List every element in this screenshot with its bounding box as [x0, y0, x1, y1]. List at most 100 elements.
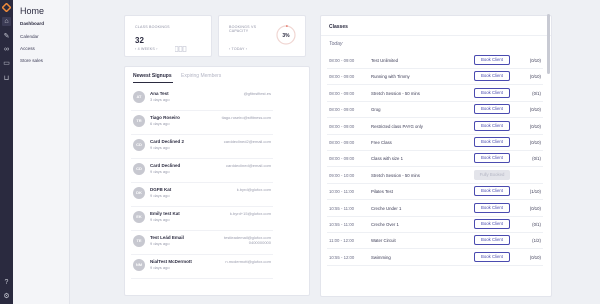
book-client-button[interactable]: Book Client	[474, 202, 510, 213]
signup-row[interactable]: CD Card Declined 29 days ago carddeclined2…	[131, 135, 273, 159]
class-bookings-range[interactable]: ‹ 4 weeks ›	[135, 47, 158, 51]
tab-newest-signups[interactable]: Newest Signups	[133, 73, 172, 79]
book-client-button[interactable]: Book Client	[474, 87, 510, 98]
class-capacity: (0/10)	[529, 107, 541, 113]
signup-name[interactable]: Ana Test	[150, 91, 169, 96]
class-capacity: (0/10)	[529, 74, 541, 80]
signup-date: 9 days ago	[150, 217, 170, 222]
help-icon[interactable]: ?	[2, 278, 11, 287]
class-time: 11:00 - 12:00	[329, 238, 355, 244]
signup-date: 3 days ago	[150, 97, 170, 102]
menu-item-store-sales[interactable]: Store sales	[20, 58, 43, 63]
class-bookings-value: 32	[135, 36, 144, 45]
scrollbar[interactable]	[547, 14, 550, 74]
book-client-button[interactable]: Book Client	[474, 235, 510, 246]
class-capacity: (0/10)	[529, 140, 541, 145]
signup-row[interactable]: TR Tiago Roseiro 6 days ago tiago.roseiro@s…	[131, 111, 273, 135]
menu-item-dashboard[interactable]: Dashboard	[20, 21, 44, 26]
signup-row[interactable]: AT Ana Test 3 days ago @gfitnsfitest.es	[131, 87, 273, 111]
signup-date: 6 days ago	[150, 121, 170, 126]
signup-row[interactable]: DK DGFB Kat 9 days ago k.byrd@glofox.com	[131, 183, 273, 207]
class-time: 08:00 - 09:00	[329, 123, 355, 129]
class-row: 10:00 - 11:00 Pilates Test Book Client (1/1…	[327, 184, 543, 201]
cart-icon[interactable]: ⊔	[2, 74, 11, 83]
class-name: Pilates Test	[371, 189, 393, 195]
signup-phone: 0400000000	[248, 240, 271, 245]
gear-icon[interactable]: ⚙	[2, 292, 11, 301]
book-client-button[interactable]: Book Client	[474, 251, 510, 262]
people-icon[interactable]: ∞	[2, 45, 11, 54]
capacity-ring: 3%	[276, 25, 296, 45]
book-client-button[interactable]: Book Client	[474, 219, 510, 229]
class-row: 09:00 - 10:00 Stretch Session - 50 mins Fu…	[327, 168, 543, 184]
class-row: 08:00 - 09:00 Grog Book Client (0/10)	[327, 102, 543, 119]
capacity-value: 3%	[282, 33, 290, 39]
side-menu: Home Dashboard Calendar Access Store sal…	[13, 0, 70, 304]
chevron-right-icon[interactable]: ›	[246, 47, 247, 51]
book-client-button[interactable]: Book Client	[474, 120, 510, 131]
home-icon[interactable]: ⌂	[2, 17, 11, 26]
signup-row[interactable]: CD Card Declined 9 days ago carddeclined@em…	[131, 159, 273, 183]
capacity-label: Bookings vs capacity	[229, 25, 257, 34]
class-name: Class with size 1	[371, 156, 403, 162]
chevron-left-icon[interactable]: ‹	[229, 47, 230, 51]
signup-name[interactable]: DGFB Kat	[150, 187, 171, 192]
chevron-left-icon[interactable]: ‹	[135, 47, 136, 51]
class-name: Restricted class PAYG only	[371, 123, 423, 129]
class-capacity: (0/10)	[529, 254, 541, 260]
avatar: EK	[133, 211, 145, 223]
class-time: 10:55 - 11:00	[329, 205, 355, 211]
class-time: 08:00 - 09:00	[329, 107, 355, 113]
class-time: 10:00 - 11:00	[329, 189, 355, 195]
signup-email: carddeclined@email.com	[226, 163, 271, 168]
signup-row[interactable]: EK Emily test Kat 9 days ago k.byrd+15@glof…	[131, 207, 273, 231]
class-name: Free Class	[371, 140, 392, 145]
book-client-button[interactable]: Book Client	[474, 153, 510, 164]
class-name: Creche Under 1	[371, 205, 402, 211]
class-row: 11:00 - 12:00 Water Circuit Book Client (1/…	[327, 233, 543, 250]
menu-item-access[interactable]: Access	[20, 46, 35, 51]
book-client-button[interactable]: Book Client	[474, 137, 510, 147]
class-name: Stretch Session - 50 mins	[371, 172, 420, 178]
chevron-right-icon[interactable]: ›	[156, 47, 157, 51]
signup-name[interactable]: Test Leád Email	[150, 235, 184, 240]
book-client-button[interactable]: Book Client	[474, 186, 510, 197]
signup-name[interactable]: Tiago Roseiro	[150, 115, 180, 120]
signup-name[interactable]: NialTest McDermott	[150, 259, 192, 264]
signup-email: carddeclined2@email.com	[223, 139, 271, 144]
signup-row[interactable]: TE Test Leád Email 9 days ago testleademail…	[131, 231, 273, 255]
class-name: Test Unlimited	[371, 58, 398, 63]
icon-rail: ⌂ ✎ ∞ ▭ ⊔ ? ⚙	[0, 0, 13, 304]
class-row: 10:55 - 11:00 Creche Under 1 Book Client (0…	[327, 201, 543, 217]
signup-email: n.mcdermott@glofox.com	[225, 259, 271, 264]
class-capacity: (0/10)	[529, 58, 541, 63]
tab-expiring-members[interactable]: Expiring Members	[181, 73, 221, 79]
book-client-button[interactable]: Book Client	[474, 104, 510, 115]
signup-row[interactable]: NM NialTest McDermott 9 days ago n.mcdermot…	[131, 255, 273, 279]
capacity-range[interactable]: ‹ today ›	[229, 47, 247, 51]
class-capacity: (1/2)	[532, 238, 541, 244]
card-icon[interactable]: ▭	[2, 59, 11, 68]
book-client-button[interactable]: Book Client	[474, 71, 510, 82]
signup-name[interactable]: Card Declined 2	[150, 139, 184, 144]
signup-date: 9 days ago	[150, 241, 170, 246]
class-capacity: (0/1)	[532, 222, 541, 227]
book-client-button[interactable]: Book Client	[474, 55, 510, 65]
class-bookings-label: Class bookings	[135, 25, 170, 29]
menu-item-calendar[interactable]: Calendar	[20, 34, 39, 39]
class-row: 08:00 - 09:00 Running with Timmy Book Clie…	[327, 69, 543, 86]
avatar: TR	[133, 115, 145, 127]
class-name: Creche Over 1	[371, 222, 399, 227]
wrench-icon[interactable]: ✎	[2, 32, 11, 41]
signup-name[interactable]: Emily test Kat	[150, 211, 180, 216]
class-row: 10:55 - 11:00 Creche Over 1 Book Client (0/…	[327, 217, 543, 233]
signup-date: 9 days ago	[150, 145, 170, 150]
class-bookings-range-label: 4 weeks	[137, 47, 155, 51]
menu-title: Home	[20, 6, 45, 16]
avatar: NM	[133, 259, 145, 271]
signup-email: k.byrd+15@glofox.com	[229, 211, 271, 216]
class-row: 08:00 - 09:00 Free Class Book Client (0/10)	[327, 135, 543, 151]
signup-name[interactable]: Card Declined	[150, 163, 180, 168]
avatar: CD	[133, 139, 145, 151]
class-capacity: (0/10)	[529, 123, 541, 129]
